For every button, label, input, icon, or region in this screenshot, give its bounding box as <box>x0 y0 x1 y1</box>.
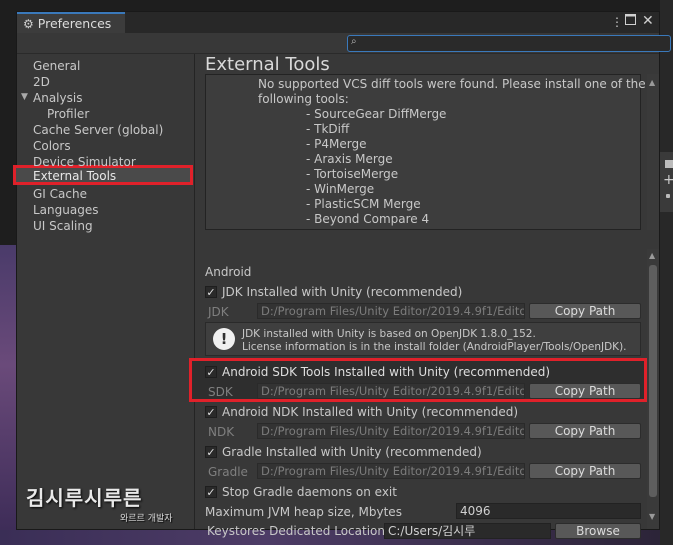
expand-triangle-icon[interactable]: ▼ <box>21 92 28 102</box>
sdk-checkbox-label: Android SDK Tools Installed with Unity (… <box>222 365 551 379</box>
sidebar-item-2d[interactable]: 2D <box>33 74 50 90</box>
sidebar-item-colors[interactable]: Colors <box>33 138 71 154</box>
search-icon: ⌕ <box>351 36 357 47</box>
sidebar-item-analysis[interactable]: Analysis <box>33 90 82 106</box>
ndk-path-field: D:/Program Files/Unity Editor/2019.4.9f1… <box>257 423 525 439</box>
page-title: External Tools <box>205 54 330 75</box>
vcs-tool-item: - Araxis Merge <box>306 152 393 166</box>
ndk-checkbox-label: Android NDK Installed with Unity (recomm… <box>222 405 519 419</box>
jdk-info-box: ! JDK installed with Unity is based on O… <box>205 322 641 356</box>
jvm-heap-label: Maximum JVM heap size, Mbytes <box>205 505 402 519</box>
sidebar-item-general[interactable]: General <box>33 58 80 74</box>
sidebar-item-external-tools[interactable]: External Tools <box>33 168 116 184</box>
ndk-path-row: NDK D:/Program Files/Unity Editor/2019.4… <box>205 423 641 441</box>
gradle-checkbox-row[interactable]: ✓ Gradle Installed with Unity (recommend… <box>205 443 482 461</box>
jdk-checkbox-label: JDK Installed with Unity (recommended) <box>222 285 463 299</box>
vcs-message-line: No supported VCS diff tools were found. … <box>258 77 646 91</box>
content-panel: External Tools No supported VCS diff too… <box>189 54 659 539</box>
jvm-heap-input[interactable]: 4096 <box>456 503 641 519</box>
info-text-line: License information is in the install fo… <box>242 341 627 353</box>
content-scrollbar[interactable]: ▲ ▼ <box>647 249 659 529</box>
jdk-copy-path-button[interactable]: Copy Path <box>529 303 641 319</box>
gradle-field-label: Gradle <box>208 465 248 479</box>
square-icon <box>665 160 673 168</box>
info-exclamation-icon: ! <box>213 328 235 350</box>
gradle-copy-path-button[interactable]: Copy Path <box>529 463 641 479</box>
jdk-checkbox-row[interactable]: ✓ JDK Installed with Unity (recommended) <box>205 283 462 301</box>
gradle-path-field: D:/Program Files/Unity Editor/2019.4.9f1… <box>257 463 525 479</box>
scrollbar-thumb[interactable] <box>649 265 657 497</box>
browse-button[interactable]: Browse <box>555 523 641 539</box>
sdk-field-label: SDK <box>208 385 233 399</box>
plus-icon: + <box>663 172 673 188</box>
watermark-subtitle: 와르르 개발자 <box>120 514 173 524</box>
preferences-tab[interactable]: ⚙ Preferences <box>17 12 125 33</box>
ndk-checkbox[interactable]: ✓ <box>205 406 217 418</box>
maximize-icon[interactable] <box>625 14 636 28</box>
android-section-label: Android <box>205 265 252 279</box>
vcs-tool-item: - PlasticSCM Merge <box>306 197 421 211</box>
vcs-tool-item: - TkDiff <box>306 122 350 136</box>
sdk-path-field: D:/Program Files/Unity Editor/2019.4.9f1… <box>257 383 525 399</box>
jdk-path-field: D:/Program Files/Unity Editor/2019.4.9f1… <box>257 303 525 319</box>
title-bar: ⚙ Preferences ⋮ ✕ <box>17 12 659 33</box>
sidebar-item-ui-scaling[interactable]: UI Scaling <box>33 218 93 234</box>
sdk-path-row: SDK D:/Program Files/Unity Editor/2019.4… <box>205 383 641 401</box>
sidebar-item-profiler[interactable]: Profiler <box>47 106 89 122</box>
vcs-tool-item: - P4Merge <box>306 137 367 151</box>
scroll-up-icon[interactable]: ▲ <box>649 251 655 260</box>
keystores-label: Keystores Dedicated Location <box>207 524 385 538</box>
sidebar-item-languages[interactable]: Languages <box>33 202 98 218</box>
info-text-line: JDK installed with Unity is based on Ope… <box>242 328 536 340</box>
background-editor-panel: + <box>660 0 673 545</box>
ndk-field-label: NDK <box>208 425 235 439</box>
gradle-path-row: Gradle D:/Program Files/Unity Editor/201… <box>205 463 641 481</box>
tab-title: Preferences <box>37 16 112 31</box>
sidebar-item-cache-server[interactable]: Cache Server (global) <box>33 122 163 138</box>
keystores-path-input[interactable]: C:/Users/김시루 <box>384 523 551 539</box>
gear-icon: ⚙ <box>23 16 34 31</box>
sidebar-item-gi-cache[interactable]: GI Cache <box>33 186 87 202</box>
scroll-down-icon[interactable]: ▼ <box>649 512 655 521</box>
kebab-menu-icon[interactable]: ⋮ <box>611 15 623 29</box>
sdk-checkbox-row[interactable]: ✓ Android SDK Tools Installed with Unity… <box>205 363 550 381</box>
vcs-scrollbar[interactable]: ▲ <box>647 74 659 230</box>
vcs-tool-item: - SourceGear DiffMerge <box>306 107 447 121</box>
vcs-tool-item: - WinMerge <box>306 182 375 196</box>
watermark-title: 김시루시루른 <box>26 486 143 510</box>
preferences-window: ⚙ Preferences ⋮ ✕ ⌕ General 2D ▼ Analysi… <box>13 11 671 539</box>
gradle-checkbox-label: Gradle Installed with Unity (recommended… <box>222 445 482 459</box>
sdk-copy-path-button[interactable]: Copy Path <box>529 383 641 399</box>
ndk-checkbox-row[interactable]: ✓ Android NDK Installed with Unity (reco… <box>205 403 518 421</box>
jdk-field-label: JDK <box>208 305 229 319</box>
ndk-copy-path-button[interactable]: Copy Path <box>529 423 641 439</box>
gradle-checkbox[interactable]: ✓ <box>205 446 217 458</box>
vcs-message-box: No supported VCS diff tools were found. … <box>205 74 646 230</box>
scroll-up-icon[interactable]: ▲ <box>649 78 655 87</box>
vcs-message-line: following tools: <box>258 92 349 106</box>
stop-gradle-checkbox-label: Stop Gradle daemons on exit <box>222 485 397 499</box>
dot-icon <box>666 194 670 198</box>
close-icon[interactable]: ✕ <box>642 13 654 29</box>
vcs-tool-item: - Beyond Compare 4 <box>306 212 430 226</box>
background-scene <box>0 245 16 545</box>
stop-gradle-checkbox-row[interactable]: ✓ Stop Gradle daemons on exit <box>205 483 397 501</box>
sdk-checkbox[interactable]: ✓ <box>205 366 217 378</box>
jdk-checkbox[interactable]: ✓ <box>205 286 217 298</box>
search-input[interactable] <box>347 35 671 52</box>
stop-gradle-checkbox[interactable]: ✓ <box>205 486 217 498</box>
vcs-tool-item: - TortoiseMerge <box>306 167 399 181</box>
search-bar: ⌕ <box>17 33 671 54</box>
jdk-path-row: JDK D:/Program Files/Unity Editor/2019.4… <box>205 303 641 321</box>
sidebar: General 2D ▼ Analysis Profiler Cache Ser… <box>13 54 195 529</box>
